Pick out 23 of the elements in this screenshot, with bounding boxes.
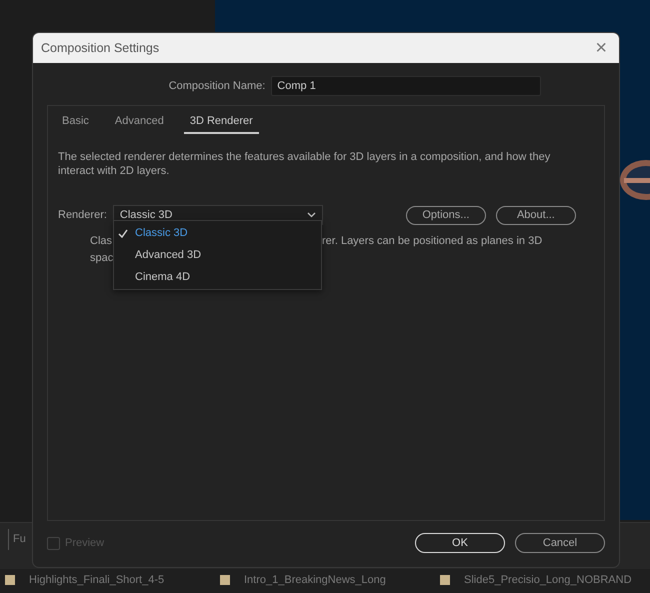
- file-name[interactable]: Intro_1_BreakingNews_Long: [244, 572, 386, 588]
- menu-item[interactable]: Advanced 3D: [114, 244, 321, 266]
- file-name[interactable]: Highlights_Finali_Short_4-5: [29, 572, 164, 588]
- field-label: Renderer:: [58, 208, 107, 223]
- close-button[interactable]: ×: [591, 38, 611, 58]
- window-title: Composition Settings: [41, 40, 160, 57]
- dialog-button[interactable]: Options...: [406, 206, 486, 225]
- info-text: spac: [90, 250, 114, 266]
- info-text: Clas: [90, 234, 112, 250]
- tab[interactable]: 3D Renderer: [184, 113, 259, 134]
- file-name[interactable]: Slide5_Precisio_Long_NOBRAND: [464, 572, 632, 588]
- info-text: rer. Layers can be positioned as planes in 3D: [322, 234, 542, 250]
- dialog-button[interactable]: Cancel: [515, 533, 605, 553]
- caret-icon: [306, 212, 316, 218]
- dialog-button[interactable]: About...: [496, 206, 576, 225]
- tab[interactable]: Advanced: [108, 113, 170, 134]
- description-text: The selected renderer determines the features available for 3D layers in a composition, and how they interact with 2D layers.: [57, 150, 552, 178]
- menu-item[interactable]: Cinema 4D: [114, 266, 321, 288]
- dialog-button[interactable]: OK: [415, 533, 505, 553]
- check-icon: [118, 228, 128, 238]
- tab[interactable]: Basic: [56, 113, 95, 134]
- field-label: Composition Name:: [168, 78, 266, 94]
- name-field[interactable]: Comp 1: [271, 76, 542, 96]
